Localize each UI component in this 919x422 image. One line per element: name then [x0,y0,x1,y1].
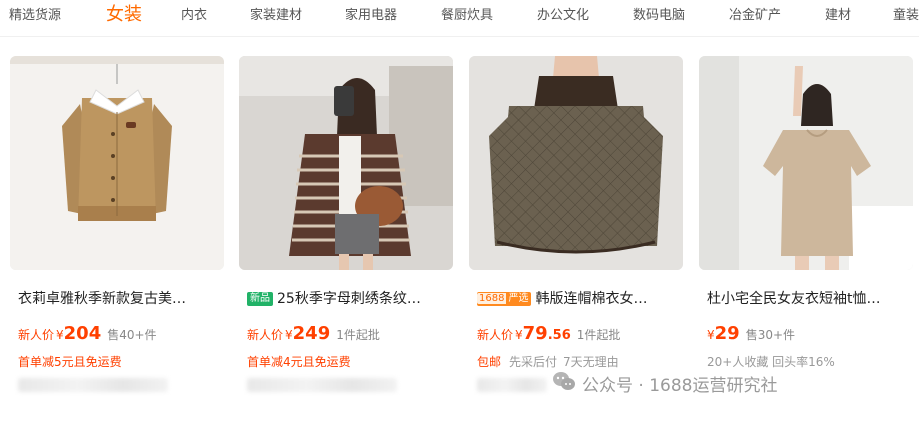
pay-later-tag: 先采后付 [509,355,558,369]
price-label: 新人价 [18,328,55,342]
nav-tab-digital[interactable]: 数码电脑 [633,6,685,26]
watermark: 公众号 · 1688运营研究社 [552,370,777,400]
sales-count: 售40+件 [107,328,157,342]
product-image[interactable] [699,56,913,270]
promo: 首单减4元且免运费 [247,355,351,369]
price: 204 [63,323,102,344]
nav-tab-home-appliances[interactable]: 家用电器 [345,6,397,26]
return-policy-tag: 7天无理由 [563,355,619,369]
category-nav: 精选货源 女装 内衣 家装建材 家用电器 餐厨炊具 办公文化 数码电脑 冶金矿产… [0,0,919,37]
price-row: 新人价 ¥79.56 1件起批 [477,323,621,344]
free-shipping-tag: 包邮 [477,355,502,369]
nav-tab-underwear[interactable]: 内衣 [181,6,207,26]
price-row: 新人价 ¥249 1件起批 [247,323,380,344]
product-image[interactable] [469,56,683,270]
product-image[interactable] [239,56,453,270]
nav-tab-womens-clothing[interactable]: 女装 [106,3,142,27]
blurred-shop-name [247,378,397,392]
new-badge: 新品 [247,292,273,306]
min-order: 1件起批 [336,328,380,342]
price-label: 新人价 [247,328,284,342]
price-label: 新人价 [477,328,514,342]
min-order: 1件起批 [576,328,621,342]
nav-tab-home-building[interactable]: 家装建材 [250,6,302,26]
product-title[interactable]: 衣莉卓雅秋季新款复古美… [18,288,224,310]
nav-tab-building-materials[interactable]: 建材 [825,6,851,26]
price: 79 [522,323,548,344]
product-title[interactable]: 新品 25秋季字母刺绣条纹… [247,288,453,310]
nav-tab-kids-clothing[interactable]: 童装 [893,6,919,26]
price-row: 新人价 ¥204 售40+件 [18,323,157,344]
product-stats: 20+人收藏 回头率16% [707,355,835,369]
nav-tab-featured[interactable]: 精选货源 [9,6,61,26]
product-title[interactable]: 1688 严选 韩版连帽棉衣女… [477,288,683,310]
sales-count: 售30+件 [745,328,796,342]
product-card[interactable]: 1688 严选 韩版连帽棉衣女… 新人价 ¥79.56 1件起批 包邮 先采后付 7天无理由 [469,56,683,416]
nav-tab-kitchenware[interactable]: 餐厨炊具 [441,6,493,26]
promo: 首单减5元且免运费 [18,355,122,369]
blurred-shop-name [18,378,168,392]
blurred-shop-name [477,378,547,392]
product-image[interactable] [10,56,224,270]
nav-tab-office[interactable]: 办公文化 [537,6,589,26]
service-tags: 包邮 先采后付 7天无理由 [477,352,625,372]
wechat-icon [552,370,576,402]
price: 249 [292,323,331,344]
product-card[interactable]: 衣莉卓雅秋季新款复古美… 新人价 ¥204 售40+件 首单减5元且免运费 [10,56,224,416]
product-title[interactable]: 杜小宅全民女友衣短袖t恤… [707,288,913,310]
product-card[interactable]: 新品 25秋季字母刺绣条纹… 新人价 ¥249 1件起批 首单减4元且免运费 [239,56,453,416]
price: 29 [714,323,740,344]
product-card[interactable]: 杜小宅全民女友衣短袖t恤… ¥29 售30+件 20+人收藏 回头率16% [699,56,913,416]
nav-tab-metallurgy[interactable]: 冶金矿产 [729,6,781,26]
price-row: ¥29 售30+件 [707,323,796,344]
yanxuan-badge: 1688 严选 [477,292,532,306]
